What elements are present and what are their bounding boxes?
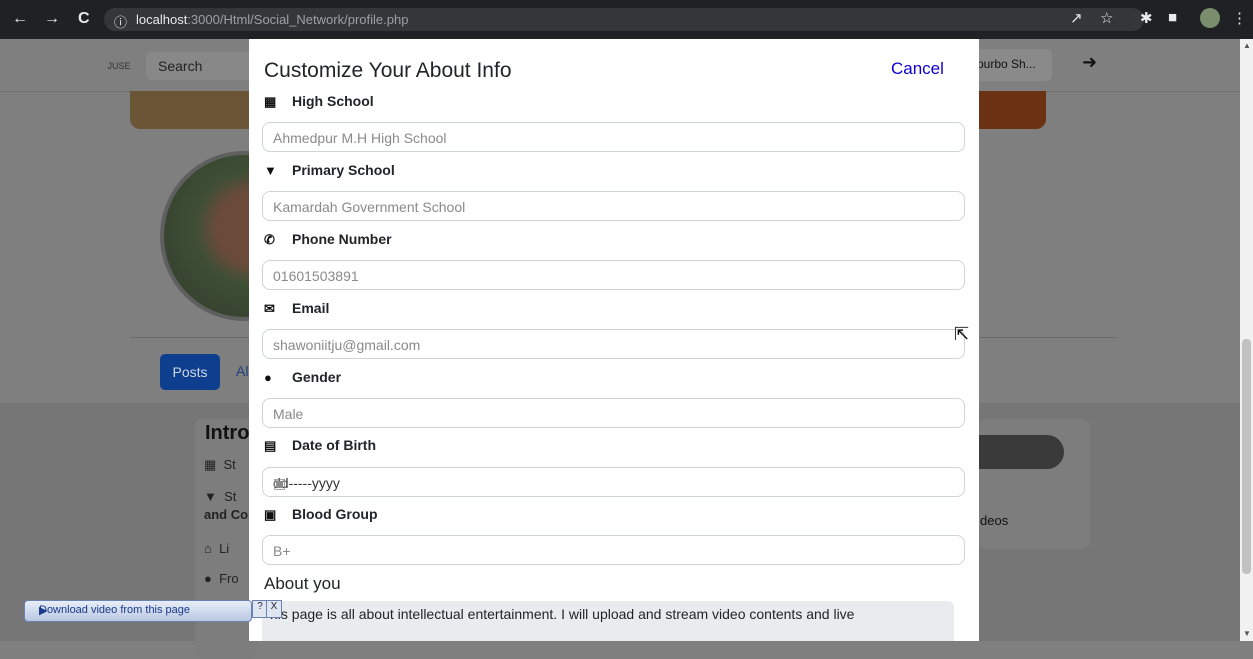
calendar-icon[interactable]: ▣: [273, 475, 954, 492]
intro-row: ⌂ Li: [204, 541, 230, 556]
envelope-icon: ✉: [264, 301, 275, 316]
graduation-cap-icon: ▼: [264, 163, 277, 178]
about-info-modal: Customize Your About Info Cancel ▦ High S…: [249, 39, 979, 641]
tab-posts[interactable]: Posts: [160, 354, 220, 390]
profile-name-button[interactable]: purbo Sh...: [968, 49, 1052, 81]
intro-row: and Co: [204, 507, 249, 522]
phone-icon: ✆: [264, 232, 275, 247]
scroll-up-arrow[interactable]: ▲: [1243, 41, 1251, 50]
intro-card: [195, 419, 257, 659]
birthday-cake-icon: ▤: [264, 438, 277, 453]
scrollbar-thumb[interactable]: [1242, 339, 1251, 574]
email-input[interactable]: shawoniitju@gmail.com: [262, 329, 965, 359]
primary-school-label: ▼ Primary School: [264, 162, 395, 178]
close-icon[interactable]: X: [266, 600, 282, 618]
modal-title: Customize Your About Info: [264, 59, 512, 82]
intro-row: ▼ St: [204, 489, 237, 504]
profile-icon[interactable]: [1200, 8, 1220, 28]
search-input[interactable]: Search: [146, 52, 256, 80]
tab-about[interactable]: Al: [236, 363, 248, 379]
intro-row: ● Fro: [204, 571, 239, 586]
scroll-down-arrow[interactable]: ▼: [1243, 629, 1251, 638]
date-of-birth-label: ▤ Date of Birth: [264, 437, 376, 453]
menu-icon[interactable]: ⋮: [1232, 9, 1247, 27]
cancel-button[interactable]: Cancel: [891, 59, 944, 79]
share-icon[interactable]: ↗: [1070, 9, 1083, 27]
site-logo[interactable]: JUSE: [106, 52, 132, 74]
page-scrollbar[interactable]: ▲ ▼: [1240, 39, 1253, 641]
address-bar[interactable]: ⓘ localhost:3000/Html/Social_Network/pro…: [104, 8, 1144, 31]
phone-number-input[interactable]: 01601503891: [262, 260, 965, 290]
email-label: ✉ Email: [264, 300, 330, 316]
info-icon[interactable]: ⓘ: [114, 12, 127, 31]
date-of-birth-input[interactable]: dd-----yyyy ▣: [262, 467, 965, 497]
school-icon: ▦: [264, 94, 277, 109]
url-text: localhost:3000/Html/Social_Network/profi…: [136, 12, 409, 27]
person-icon: ●: [264, 370, 272, 385]
mouse-cursor-icon: ⇱: [954, 324, 970, 344]
sidepanel-icon[interactable]: ■: [1168, 9, 1177, 26]
forward-icon[interactable]: →: [44, 10, 60, 28]
right-panel-pill[interactable]: [978, 435, 1064, 469]
extensions-icon[interactable]: ✱: [1140, 9, 1153, 27]
intro-title: Intro: [205, 422, 250, 444]
high-school-input[interactable]: Ahmedpur M.H High School: [262, 122, 965, 152]
about-you-title: About you: [264, 574, 341, 593]
back-icon[interactable]: ←: [12, 10, 28, 28]
download-video-button[interactable]: ▶ Download video from this page: [24, 600, 252, 622]
primary-school-input[interactable]: Kamardah Government School: [262, 191, 965, 221]
intro-row: ▦ St: [204, 457, 236, 472]
phone-number-label: ✆ Phone Number: [264, 231, 392, 247]
gender-input[interactable]: Male: [262, 398, 965, 428]
blood-group-label: ▣ Blood Group: [264, 506, 378, 522]
logout-icon[interactable]: ➜: [1082, 52, 1097, 73]
videos-link[interactable]: deos: [980, 513, 1008, 528]
gender-label: ● Gender: [264, 369, 342, 385]
browser-toolbar: ← → C ⓘ localhost:3000/Html/Social_Netwo…: [0, 0, 1253, 39]
star-icon[interactable]: ☆: [1100, 9, 1113, 27]
reload-icon[interactable]: C: [78, 10, 90, 28]
blood-group-input[interactable]: B+: [262, 535, 965, 565]
medkit-icon: ▣: [264, 507, 277, 522]
about-you-textarea[interactable]: his page is all about intellectual enter…: [262, 601, 954, 641]
high-school-label: ▦ High School: [264, 93, 374, 109]
cover-photo-edge: [978, 91, 1046, 129]
